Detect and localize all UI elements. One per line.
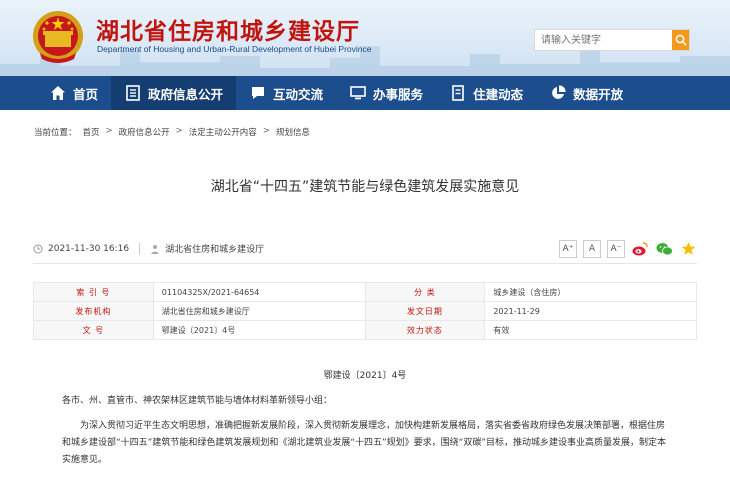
document-list-icon bbox=[126, 85, 140, 101]
info-key: 文 号 bbox=[33, 320, 154, 340]
site-header: 湖北省住房和城乡建设厅 Department of Housing and Ur… bbox=[0, 0, 730, 76]
document-number: 鄂建设〔2021〕4号 bbox=[323, 371, 407, 381]
info-key: 索 引 号 bbox=[33, 282, 154, 302]
nav-interaction-label: 互动交流 bbox=[273, 86, 324, 102]
nav-home-label: 首页 bbox=[73, 86, 99, 102]
article-body: 各市、州、直管市、神农架林区建筑节能与墙体材料革新领导小组： 为深入贯彻习近平生… bbox=[62, 393, 668, 469]
nav-news-label: 住建动态 bbox=[473, 86, 524, 102]
info-value: 2021-11-29 bbox=[484, 301, 697, 321]
nav-interaction[interactable]: 互动交流 bbox=[236, 76, 336, 110]
nav-open-data[interactable]: 数据开放 bbox=[536, 76, 636, 110]
article-meta: 2021-11-30 16:16 湖北省住房和城乡建设厅 A⁺ A A⁻ bbox=[33, 234, 697, 264]
search-icon bbox=[675, 34, 687, 46]
pie-chart-icon bbox=[552, 85, 566, 99]
search-input[interactable] bbox=[535, 30, 672, 50]
font-smaller-button[interactable]: A⁻ bbox=[607, 239, 625, 258]
person-icon bbox=[151, 244, 160, 254]
breadcrumb: 当前位置： 首页 > 政府信息公开 > 法定主动公开内容 > 规划信息 bbox=[0, 110, 730, 138]
body-paragraph: 为深入贯彻习近平生态文明思想，准确把握新发展阶段，深入贯彻新发展理念，加快构建新… bbox=[62, 421, 666, 465]
info-key: 发文日期 bbox=[364, 301, 486, 321]
document-info-table: 索 引 号 01104325X/2021-64654 分 类 城乡建设（含住房）… bbox=[33, 282, 697, 340]
info-value: 湖北省住房和城乡建设厅 bbox=[152, 301, 366, 321]
site-subtitle: Department of Housing and Urban-Rural De… bbox=[97, 44, 372, 54]
nav-services[interactable]: 办事服务 bbox=[336, 76, 436, 110]
wechat-icon bbox=[656, 242, 673, 255]
main-nav: 首页 政府信息公开 互动交流 办事服务 住建动态 数据开放 bbox=[0, 76, 730, 110]
breadcrumb-separator: > bbox=[105, 126, 113, 136]
breadcrumb-item-planning[interactable]: 规划信息 bbox=[276, 126, 310, 138]
font-larger-button[interactable]: A⁺ bbox=[559, 239, 577, 258]
chat-icon bbox=[252, 87, 265, 99]
info-value: 鄂建设〔2021〕4号 bbox=[152, 320, 366, 340]
favorite-button[interactable] bbox=[679, 240, 697, 258]
article-title: 湖北省“十四五”建筑节能与绿色建筑发展实施意见 bbox=[210, 179, 520, 195]
breadcrumb-separator: > bbox=[262, 126, 270, 136]
weibo-icon bbox=[632, 241, 648, 255]
breadcrumb-item-disclosure[interactable]: 法定主动公开内容 bbox=[189, 126, 257, 138]
home-icon bbox=[51, 86, 65, 100]
weibo-share-button[interactable] bbox=[631, 240, 649, 258]
table-row: 索 引 号 01104325X/2021-64654 分 类 城乡建设（含住房） bbox=[33, 282, 697, 302]
table-row: 文 号 鄂建设〔2021〕4号 效力状态 有效 bbox=[33, 320, 697, 340]
breadcrumb-item-gov-info[interactable]: 政府信息公开 bbox=[119, 126, 170, 138]
site-title: 湖北省住房和城乡建设厅 bbox=[96, 19, 360, 45]
breadcrumb-item-home[interactable]: 首页 bbox=[83, 126, 100, 138]
info-value: 有效 bbox=[484, 320, 697, 340]
info-value: 城乡建设（含住房） bbox=[484, 282, 697, 302]
clock-icon bbox=[33, 244, 43, 253]
nav-gov-info[interactable]: 政府信息公开 bbox=[111, 76, 237, 110]
nav-home[interactable]: 首页 bbox=[36, 76, 111, 110]
wechat-share-button[interactable] bbox=[655, 240, 673, 258]
breadcrumb-separator: > bbox=[175, 126, 183, 136]
search-button[interactable] bbox=[672, 30, 689, 50]
table-row: 发布机构 湖北省住房和城乡建设厅 发文日期 2021-11-29 bbox=[33, 301, 697, 321]
info-value: 01104325X/2021-64654 bbox=[152, 282, 366, 302]
meta-divider bbox=[139, 242, 141, 255]
national-emblem-icon bbox=[33, 11, 83, 63]
article-source: 湖北省住房和城乡建设厅 bbox=[165, 245, 265, 255]
info-key: 分 类 bbox=[364, 282, 486, 302]
nav-services-label: 办事服务 bbox=[373, 86, 424, 102]
search-box bbox=[534, 29, 690, 51]
breadcrumb-prefix: 当前位置： bbox=[34, 128, 77, 138]
star-icon bbox=[681, 242, 695, 255]
nav-open-data-label: 数据开放 bbox=[573, 86, 624, 102]
salutation: 各市、州、直管市、神农架林区建筑节能与墙体材料革新领导小组： bbox=[62, 396, 333, 406]
font-default-button[interactable]: A bbox=[583, 239, 601, 258]
info-key: 效力状态 bbox=[364, 320, 486, 340]
article-tools: A⁺ A A⁻ bbox=[559, 239, 697, 258]
nav-gov-info-label: 政府信息公开 bbox=[148, 86, 224, 102]
news-icon bbox=[452, 85, 464, 101]
info-key: 发布机构 bbox=[33, 301, 154, 321]
nav-news[interactable]: 住建动态 bbox=[436, 76, 536, 110]
publish-date: 2021-11-30 16:16 bbox=[48, 243, 130, 254]
monitor-icon bbox=[350, 86, 366, 100]
